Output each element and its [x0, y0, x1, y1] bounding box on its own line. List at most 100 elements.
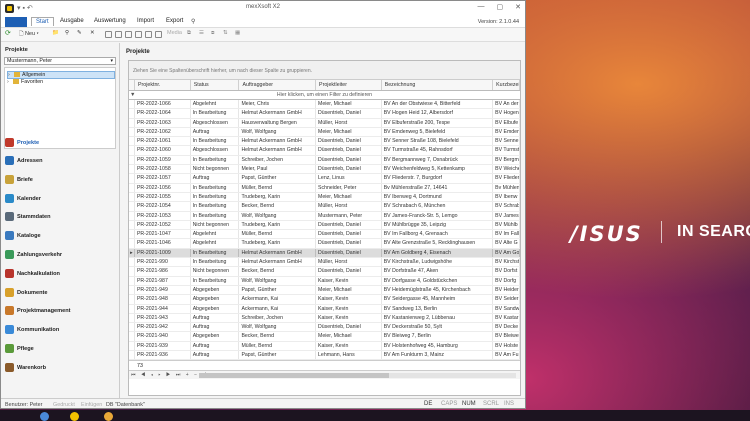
table-row[interactable]: PR-2021-990 In Bearbeitung Helmut Ackerman… [129, 258, 520, 268]
table-cell[interactable]: Meier, Paul [239, 165, 317, 174]
table-cell[interactable]: BV Holste [493, 341, 520, 351]
table-cell[interactable]: Schreiber, Jochen [239, 155, 317, 165]
format-icon[interactable] [125, 31, 132, 38]
table-cell[interactable]: Nicht begonnen [191, 267, 240, 276]
table-cell[interactable]: BV Am Fu [493, 351, 520, 360]
table-cell[interactable]: BV Am Funkturm 3, Mainz [382, 351, 494, 360]
table-cell[interactable]: BV Turmstraße 45, Rahnsdorf [382, 146, 494, 155]
table-row[interactable]: ▸ PR-2021-1009 In Bearbeitung Helmut Ackerm… [129, 248, 520, 259]
close-icon[interactable]: ✕ [515, 3, 521, 11]
table-row[interactable]: PR-2022-1061 In Bearbeitung Helmut Ackerma… [129, 137, 520, 147]
menu-export[interactable]: Export [166, 18, 183, 24]
table-cell[interactable]: Bv Mühlen [493, 183, 520, 192]
table-cell[interactable]: Kaiser, Kevin [316, 304, 382, 313]
find-icon[interactable]: ⚲ [65, 30, 69, 36]
table-cell[interactable]: Kaiser, Kevin [316, 295, 382, 304]
table-row[interactable]: PR-2022-1055 In Bearbeitung Trudeberg, Kar… [129, 192, 520, 203]
table-cell[interactable]: In Bearbeitung [191, 248, 240, 258]
table-cell[interactable]: Auftrag [191, 341, 240, 351]
table-cell[interactable]: Bv Mühlenstraße 27, 14641 [382, 183, 494, 192]
table-cell[interactable]: BV An der [493, 100, 520, 109]
column-header[interactable]: Projektnr. [135, 80, 191, 90]
table-cell[interactable]: BV Ibenw [493, 192, 520, 202]
taskbar-app-icon[interactable] [40, 412, 49, 421]
table-cell[interactable]: Düsentrieb, Daniel [316, 239, 382, 248]
table-cell[interactable]: PR-2021-939 [135, 341, 191, 351]
taskbar-app-icon[interactable] [104, 412, 113, 421]
table-cell[interactable]: Helmut Ackermann GmbH [239, 258, 317, 267]
table-cell[interactable]: Düsentrieb, Daniel [316, 109, 382, 118]
table-cell[interactable]: In Bearbeitung [191, 109, 240, 118]
table-cell[interactable]: Düsentrieb, Daniel [316, 165, 382, 174]
table-cell[interactable]: PR-2021-948 [135, 295, 191, 304]
table-cell[interactable]: Auftrag [191, 127, 240, 137]
table-cell[interactable]: BV Heider [493, 285, 520, 295]
table-cell[interactable]: PR-2022-1057 [135, 174, 191, 183]
refresh-icon[interactable]: ⟳ [5, 29, 11, 37]
table-cell[interactable]: Meier, Michael [316, 100, 382, 109]
table-cell[interactable]: BV Kirchstraße, Ludwigshöhe [382, 258, 494, 267]
table-cell[interactable]: BV Dorfstraße 47, Aken [382, 267, 494, 276]
folder-icon[interactable]: 📁 [52, 30, 59, 36]
nav-projekte[interactable]: Projekte [5, 138, 39, 147]
table-cell[interactable]: PR-2021-949 [135, 285, 191, 295]
table-cell[interactable]: PR-2021-944 [135, 304, 191, 313]
table-cell[interactable]: In Bearbeitung [191, 183, 240, 192]
table-cell[interactable]: BV Schrabach 6, München [382, 202, 494, 211]
table-cell[interactable]: BV Senner Straße 108, Bielefeld [382, 137, 494, 146]
table-cell[interactable]: Müller, Bernd [239, 183, 317, 192]
table-row[interactable]: PR-2022-1059 In Bearbeitung Schreiber, Joc… [129, 155, 520, 166]
table-cell[interactable]: BV Weiche [493, 165, 520, 174]
table-cell[interactable]: PR-2022-1064 [135, 109, 191, 118]
table-row[interactable]: PR-2022-1060 Abgeschlossen Helmut Ackerman… [129, 146, 520, 156]
table-cell[interactable]: Auftrag [191, 313, 240, 323]
table-cell[interactable]: PR-2022-1061 [135, 137, 191, 146]
table-cell[interactable]: PR-2021-936 [135, 351, 191, 360]
nav-warenkorb[interactable]: Warenkorb [5, 363, 46, 372]
table-row[interactable]: PR-2022-1064 In Bearbeitung Helmut Ackerma… [129, 109, 520, 119]
menu-auswertung[interactable]: Auswertung [94, 18, 126, 24]
format-icon[interactable] [155, 31, 162, 38]
table-cell[interactable]: Düsentrieb, Daniel [316, 267, 382, 276]
table-cell[interactable]: Becker, Bernd [239, 202, 317, 211]
tree-item-favoriten[interactable]: › Favoriten [7, 79, 43, 85]
table-cell[interactable]: Becker, Bernd [239, 267, 317, 276]
paste-icon[interactable]: ⧈ [211, 30, 215, 37]
table-cell[interactable]: BV Holstenhofweg 45, Hamburg [382, 341, 494, 351]
table-row[interactable]: PR-2021-987 In Bearbeitung Wolf, Wolfgang K… [129, 276, 520, 286]
table-cell[interactable]: PR-2022-1058 [135, 165, 191, 174]
format-icon[interactable] [145, 31, 152, 38]
table-cell[interactable]: Abgegeben [191, 285, 240, 295]
table-cell[interactable]: Auftrag [191, 323, 240, 332]
table-cell[interactable]: BV Am Goldberg 4, Eisenach [382, 248, 494, 258]
table-row[interactable]: PR-2021-940 Abgegeben Becker, Bernd Meier, … [129, 332, 520, 342]
table-cell[interactable]: In Bearbeitung [191, 258, 240, 267]
table-cell[interactable]: BV Alte Grenzstraße 5, Recklinghausen [382, 239, 494, 248]
table-cell[interactable]: BV James-Franck-Str. 5, Lemgo [382, 211, 494, 220]
table-cell[interactable]: Abgeschlossen [191, 118, 240, 127]
table-row[interactable]: PR-2021-1046 Abgelehnt Trudeberg, Karin Düs… [129, 239, 520, 249]
delete-icon[interactable]: ✕ [90, 30, 95, 36]
table-cell[interactable]: PR-2021-1009 [135, 248, 191, 258]
table-cell[interactable]: Abgelehnt [191, 100, 240, 109]
table-cell[interactable]: BV Emden [493, 127, 520, 137]
table-cell[interactable]: In Bearbeitung [191, 155, 240, 165]
menu-ausgabe[interactable]: Ausgabe [60, 18, 84, 24]
table-cell[interactable]: Düsentrieb, Daniel [316, 137, 382, 146]
table-cell[interactable]: BV Kastar [493, 313, 520, 323]
table-cell[interactable]: BV Seidergasse 45, Mannheim [382, 295, 494, 304]
table-cell[interactable]: Papst, Günther [239, 351, 317, 360]
table-cell[interactable]: Nicht begonnen [191, 165, 240, 174]
table-cell[interactable]: Hausverwaltung Bergen [239, 118, 317, 127]
table-cell[interactable]: Meier, Michael [316, 192, 382, 202]
user-select[interactable]: Mustermann, Peter ▾ [4, 57, 116, 65]
table-cell[interactable]: BV Bleiwe [493, 332, 520, 341]
media-field[interactable]: Media [167, 30, 182, 36]
table-cell[interactable]: Abgelehnt [191, 230, 240, 239]
table-cell[interactable]: Lehmann, Hans [316, 351, 382, 360]
table-cell[interactable]: Trudeberg, Karin [239, 239, 317, 248]
table-cell[interactable]: BV Ibenweg 4, Dortmund [382, 192, 494, 202]
table-cell[interactable]: PR-2022-1059 [135, 155, 191, 165]
table-cell[interactable]: BV Dorfg [493, 276, 520, 285]
table-cell[interactable]: Meier, Chris [239, 100, 317, 109]
